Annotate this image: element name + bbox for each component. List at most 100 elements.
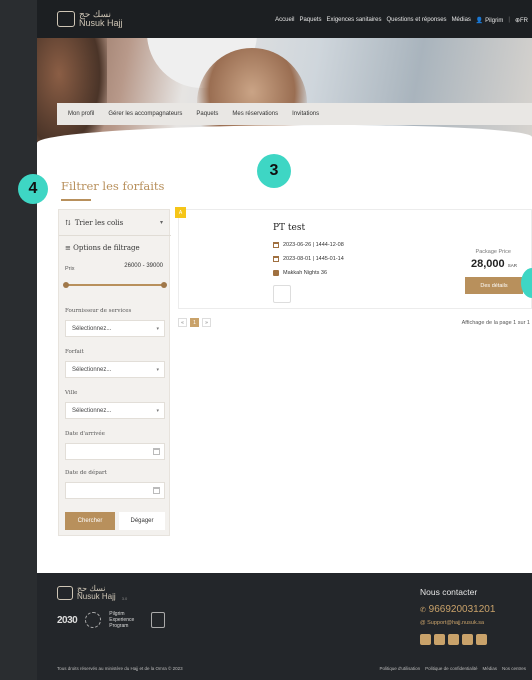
contact-phone[interactable]: ✆ 966920031201 xyxy=(420,604,495,615)
chevron-down-icon: ▾ xyxy=(156,367,159,373)
chevron-down-icon: ▾ xyxy=(156,408,159,414)
clear-button[interactable]: Dégager xyxy=(119,512,165,530)
phone-icon: ✆ xyxy=(420,607,426,614)
subnav-companions[interactable]: Gérer les accompagnateurs xyxy=(108,111,182,117)
chevron-down-icon: ▾ xyxy=(159,219,163,226)
price-label: Prix xyxy=(65,266,75,272)
pep-label: Pilgrim Experience Program xyxy=(109,611,135,629)
step-4-badge: 4 xyxy=(18,174,48,204)
footer-version: 3.0 xyxy=(121,596,128,601)
logo-english: Nusuk Hajj xyxy=(79,18,123,28)
package-price-value: 28,000 xyxy=(471,258,505,270)
pagination-prev[interactable]: « xyxy=(178,318,187,327)
copyright: Tous droits réservés au ministère du Haj… xyxy=(57,666,183,671)
subnav-profile[interactable]: Mon profil xyxy=(68,111,94,117)
nav-media[interactable]: Médias xyxy=(452,17,471,24)
package-price: 28,000 SAR xyxy=(471,258,517,270)
nusuk-logo[interactable]: نسك حج Nusuk Hajj xyxy=(57,10,123,28)
whatsapp-icon[interactable] xyxy=(476,634,487,645)
ministry-emblem-icon xyxy=(151,612,166,628)
nav-faq[interactable]: Questions et réponses xyxy=(387,17,447,24)
footer-link-usage-policy[interactable]: Politique d'utilisation xyxy=(380,666,421,671)
package-thumbnail xyxy=(273,285,291,303)
package-select-value: Sélectionnez... xyxy=(72,366,112,373)
subnav-invitations[interactable]: Invitations xyxy=(292,111,319,117)
nav-separator: | xyxy=(508,17,510,23)
top-bar: نسك حج Nusuk Hajj Accueil Paquets Exigen… xyxy=(37,0,532,38)
arrival-date-input[interactable] xyxy=(65,443,165,460)
filter-options-label: Options de filtrage xyxy=(73,244,140,252)
at-icon: @ xyxy=(420,620,426,626)
language-switch[interactable]: ⊕FR xyxy=(515,17,528,24)
user-icon: 👤 xyxy=(475,18,484,24)
calendar-icon xyxy=(273,242,279,248)
main-nav: Accueil Paquets Exigences sanitaires Que… xyxy=(275,17,528,24)
arrival-date-label: Date d'arrivée xyxy=(65,431,105,437)
price-range-value: 26000 - 39000 xyxy=(124,263,163,269)
footer-link-privacy[interactable]: Politique de confidentialité xyxy=(425,666,477,671)
package-card[interactable]: A PT test 2023-06-26 | 1444-12-08 2023-0… xyxy=(175,207,532,309)
footer-link-media[interactable]: Médias xyxy=(482,666,497,671)
vision-2030-logo: 2030 xyxy=(57,614,78,626)
pagination-next[interactable]: » xyxy=(202,318,211,327)
contact-email-address: Support@hajj.nusuk.sa xyxy=(427,620,485,626)
subnav-reservations[interactable]: Mes réservations xyxy=(232,111,278,117)
contact-phone-number: 966920031201 xyxy=(428,604,496,615)
details-button[interactable]: Des détails xyxy=(465,277,523,294)
city-label: Ville xyxy=(65,390,78,396)
language-label: FR xyxy=(520,18,528,24)
contact-email[interactable]: @ Support@hajj.nusuk.sa xyxy=(420,620,484,626)
nusuk-logo-icon xyxy=(57,11,75,27)
provider-select-value: Sélectionnez... xyxy=(72,325,112,332)
chevron-down-icon: ▾ xyxy=(156,326,159,332)
nav-home[interactable]: Accueil xyxy=(275,17,294,24)
city-select-value: Sélectionnez... xyxy=(72,407,112,414)
package-nights: Makkah Nights 36 xyxy=(273,270,327,276)
package-date-end: 2023-08-01 | 1445-01-14 xyxy=(273,256,344,262)
provider-select[interactable]: Sélectionnez... ▾ xyxy=(65,320,165,337)
snapchat-icon[interactable] xyxy=(462,634,473,645)
price-slider-min-handle[interactable] xyxy=(63,282,69,288)
building-icon xyxy=(273,270,279,276)
package-title[interactable]: PT test xyxy=(273,223,305,233)
calendar-icon xyxy=(153,487,160,494)
package-price-label: Package Price xyxy=(475,249,511,255)
instagram-icon[interactable] xyxy=(434,634,445,645)
pagination-info: Affichage de la page 1 sur 1 xyxy=(461,320,530,326)
contact-title: Nous contacter xyxy=(420,587,478,597)
twitter-icon[interactable] xyxy=(448,634,459,645)
filter-list-icon: ≡ xyxy=(65,244,71,252)
title-underline xyxy=(61,199,91,201)
facebook-icon[interactable] xyxy=(420,634,431,645)
step-3-badge: 3 xyxy=(257,154,291,188)
nav-health[interactable]: Exigences sanitaires xyxy=(326,17,381,24)
package-date-end-text: 2023-08-01 | 1445-01-14 xyxy=(283,256,344,262)
filter-panel: ⇅ Trier les colis ▾ ≡ Options de filtrag… xyxy=(58,209,171,536)
departure-date-input[interactable] xyxy=(65,482,165,499)
user-menu[interactable]: 👤 Pilgrim xyxy=(476,17,504,24)
pagination-current[interactable]: 1 xyxy=(190,318,199,327)
city-select[interactable]: Sélectionnez... ▾ xyxy=(65,402,165,419)
price-slider-max-handle[interactable] xyxy=(161,282,167,288)
nav-packages[interactable]: Paquets xyxy=(299,17,321,24)
sort-label: Trier les colis xyxy=(74,218,124,227)
footer-link-centers[interactable]: Nos centres xyxy=(502,666,526,671)
footer-logo-english: Nusuk Hajj xyxy=(77,592,116,601)
package-nights-text: Makkah Nights 36 xyxy=(283,270,328,276)
search-button[interactable]: Chercher xyxy=(65,512,115,530)
filter-title: Filtrer les forfaits xyxy=(61,179,165,193)
partner-logos: 2030 Pilgrim Experience Program xyxy=(57,611,166,629)
filter-options-heading: ≡ Options de filtrage xyxy=(65,244,140,252)
price-slider[interactable] xyxy=(63,282,167,288)
package-date-start: 2023-06-26 | 1444-12-08 xyxy=(273,242,344,248)
profile-subnav: Mon profil Gérer les accompagnateurs Paq… xyxy=(57,103,532,125)
calendar-icon xyxy=(273,256,279,262)
social-links xyxy=(420,634,487,645)
subnav-packages[interactable]: Paquets xyxy=(196,111,218,117)
sort-packages-toggle[interactable]: ⇅ Trier les colis ▾ xyxy=(59,210,171,236)
package-tag: A xyxy=(175,207,186,218)
footer-links: Politique d'utilisation Politique de con… xyxy=(380,666,526,671)
package-select[interactable]: Sélectionnez... ▾ xyxy=(65,361,165,378)
footer-logo[interactable]: نسك حج Nusuk Hajj 3.0 xyxy=(57,585,127,601)
package-label: Forfait xyxy=(65,349,84,355)
